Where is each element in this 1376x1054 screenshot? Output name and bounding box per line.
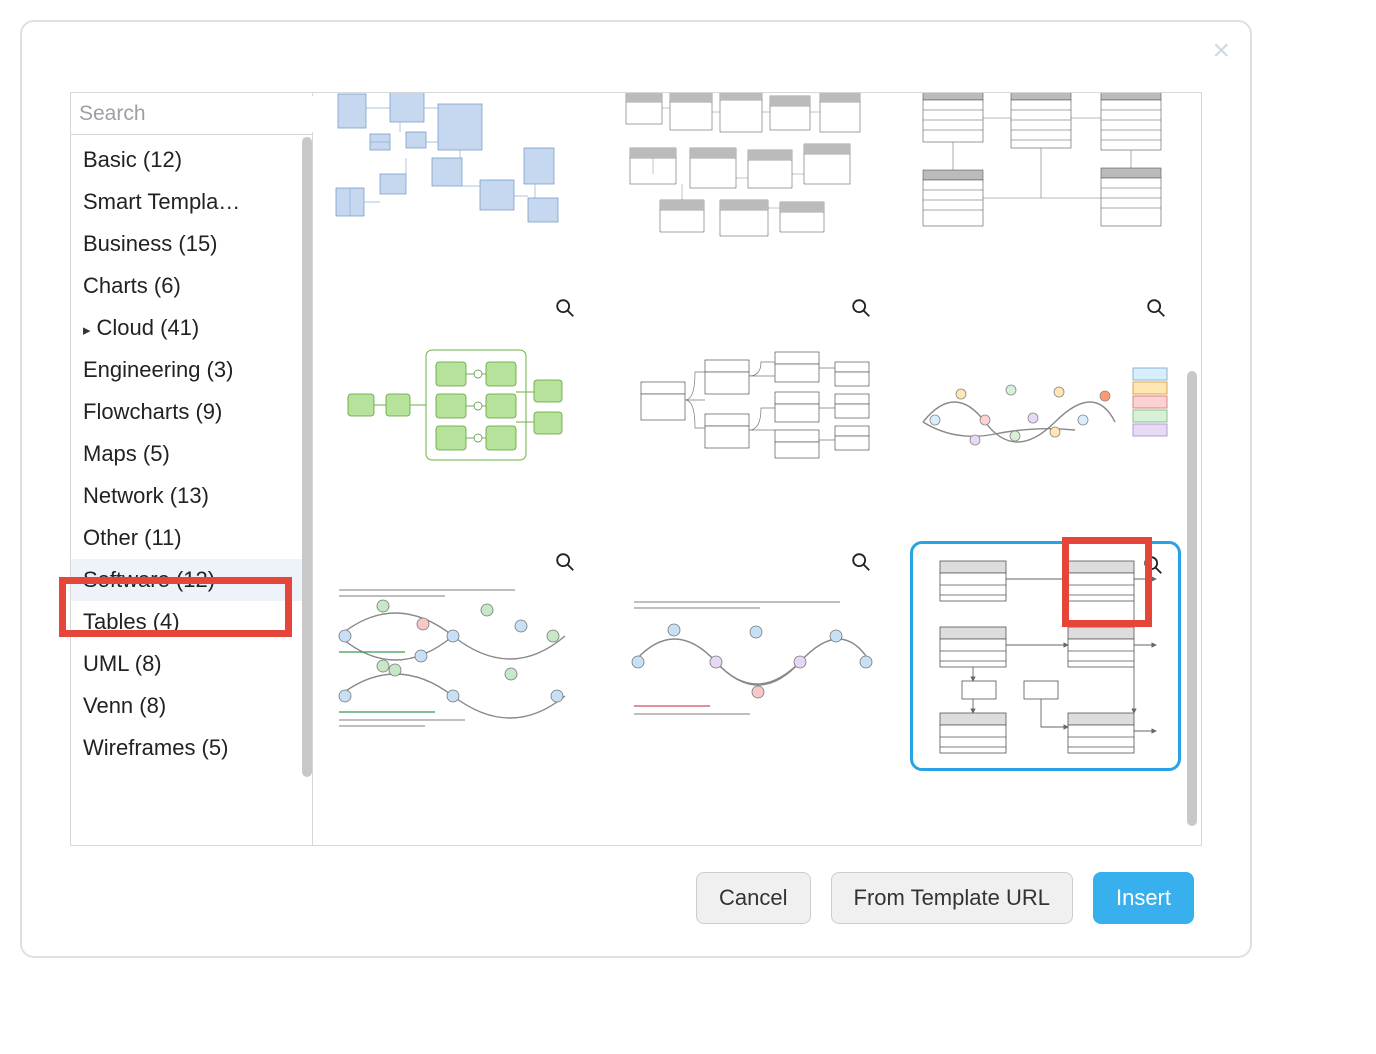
template-tile-7[interactable]	[319, 541, 590, 771]
sidebar-item-cloud[interactable]: Cloud (41)	[71, 307, 312, 349]
template-tile-2[interactable]	[614, 93, 885, 263]
dialog-buttons: Cancel From Template URL Insert	[696, 872, 1194, 924]
template-tile-9[interactable]	[910, 541, 1181, 771]
template-tile-6[interactable]	[910, 287, 1181, 517]
sidebar-item-maps[interactable]: Maps (5)	[71, 433, 312, 475]
sidebar-item-smart[interactable]: Smart Templa…	[71, 181, 312, 223]
template-tile-5[interactable]	[614, 287, 885, 517]
insert-button[interactable]: Insert	[1093, 872, 1194, 924]
gallery-scrollbar[interactable]	[1187, 371, 1197, 826]
sidebar-item-engineering[interactable]: Engineering (3)	[71, 349, 312, 391]
template-tile-3[interactable]	[910, 93, 1181, 263]
sidebar-item-software[interactable]: Software (12)	[71, 559, 312, 601]
magnify-icon[interactable]	[1145, 297, 1167, 319]
magnify-icon[interactable]	[554, 551, 576, 573]
sidebar-item-uml[interactable]: UML (8)	[71, 643, 312, 685]
sidebar-item-venn[interactable]: Venn (8)	[71, 685, 312, 727]
magnify-icon[interactable]	[850, 551, 872, 573]
sidebar-scrollbar[interactable]	[302, 137, 312, 777]
sidebar-item-other[interactable]: Other (11)	[71, 517, 312, 559]
sidebar-item-wireframes[interactable]: Wireframes (5)	[71, 727, 312, 769]
sidebar-item-business[interactable]: Business (15)	[71, 223, 312, 265]
template-gallery	[313, 93, 1201, 845]
category-list: Basic (12) Smart Templa… Business (15) C…	[71, 135, 312, 845]
sidebar-item-flowcharts[interactable]: Flowcharts (9)	[71, 391, 312, 433]
magnify-icon[interactable]	[554, 297, 576, 319]
magnify-icon[interactable]	[1142, 554, 1164, 576]
sidebar: Basic (12) Smart Templa… Business (15) C…	[71, 93, 313, 845]
from-template-url-button[interactable]: From Template URL	[831, 872, 1073, 924]
template-tile-4[interactable]	[319, 287, 590, 517]
sidebar-item-tables[interactable]: Tables (4)	[71, 601, 312, 643]
magnify-icon[interactable]	[850, 297, 872, 319]
template-tile-1[interactable]	[319, 93, 590, 263]
close-icon[interactable]: ×	[1212, 36, 1230, 66]
template-dialog: × Basic (12) Smart Templa… Business (15)…	[20, 20, 1252, 958]
cancel-button[interactable]: Cancel	[696, 872, 810, 924]
template-tile-8[interactable]	[614, 541, 885, 771]
template-grid	[319, 93, 1181, 771]
sidebar-item-charts[interactable]: Charts (6)	[71, 265, 312, 307]
sidebar-item-network[interactable]: Network (13)	[71, 475, 312, 517]
dialog-content: Basic (12) Smart Templa… Business (15) C…	[70, 92, 1202, 846]
sidebar-item-basic[interactable]: Basic (12)	[71, 139, 312, 181]
search-row	[71, 93, 312, 135]
